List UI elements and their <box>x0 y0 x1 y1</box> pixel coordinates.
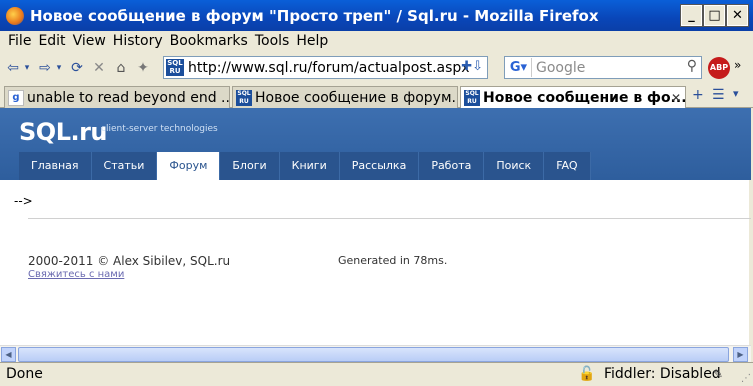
tab-label: unable to read beyond end ... <box>27 89 230 106</box>
menu-bookmarks[interactable]: Bookmarks <box>170 33 248 49</box>
search-bar[interactable]: G▾ Google ⚲ <box>504 56 702 79</box>
toolbar-overflow-icon[interactable]: » <box>734 58 741 72</box>
scroll-right-icon[interactable]: ▶ <box>733 347 748 362</box>
close-button[interactable]: ✕ <box>726 4 749 27</box>
tab-list-dropdown-icon[interactable]: ▾ <box>733 87 739 100</box>
site-nav-home[interactable]: Главная <box>19 152 92 180</box>
tab-list-icon[interactable]: ☰ <box>712 87 725 103</box>
lock-icon[interactable]: 🔓 <box>578 366 595 382</box>
status-addon-icon[interactable]: ✎ <box>713 367 723 381</box>
tab-google[interactable]: g unable to read beyond end ... <box>4 86 230 108</box>
site-nav-search[interactable]: Поиск <box>484 152 545 180</box>
window-controls: _ □ ✕ <box>680 4 749 27</box>
go-arrow-icon[interactable]: ✚⇩ <box>461 59 483 74</box>
copyright-text: 2000-2011 © Alex Sibilev, SQL.ru <box>28 254 231 268</box>
url-text[interactable]: http://www.sql.ru/forum/actualpost.aspx <box>188 60 470 76</box>
home-icon[interactable]: ⌂ <box>112 59 130 77</box>
sqlru-favicon: SQL RU <box>166 59 184 76</box>
tab-sqlru-active[interactable]: SQL RU Новое сообщение в фо... ✕ <box>460 86 686 109</box>
reload-icon[interactable]: ⟳ <box>68 59 86 77</box>
menu-tools[interactable]: Tools <box>255 33 290 49</box>
stop-icon[interactable]: ✕ <box>90 59 108 77</box>
divider <box>28 218 751 219</box>
scroll-left-icon[interactable]: ◀ <box>1 347 16 362</box>
menu-file[interactable]: File <box>8 33 31 49</box>
tab-label: Новое сообщение в фо... <box>483 90 686 106</box>
addon-icon[interactable]: ✦ <box>134 59 152 77</box>
status-text: Done <box>6 366 43 382</box>
navigation-toolbar: ⇦ ▾ ⇨ ▾ ⟳ ✕ ⌂ ✦ SQL RU http://www.sql.ru/… <box>0 54 753 82</box>
firefox-icon <box>6 6 24 25</box>
menu-help[interactable]: Help <box>296 33 328 49</box>
tab-sqlru-1[interactable]: SQL RU Новое сообщение в форум... <box>232 86 458 108</box>
tab-close-icon[interactable]: ✕ <box>671 91 681 105</box>
site-nav-forum[interactable]: Форум <box>157 152 221 180</box>
horizontal-scrollbar[interactable]: ◀ ▶ <box>0 345 751 362</box>
site-nav-jobs[interactable]: Работа <box>419 152 485 180</box>
back-dropdown-icon[interactable]: ▾ <box>22 59 32 77</box>
window-titlebar: Новое сообщение в форум "Просто треп" / … <box>0 0 753 31</box>
window-title: Новое сообщение в форум "Просто треп" / … <box>30 6 599 25</box>
site-nav-faq[interactable]: FAQ <box>544 152 591 180</box>
site-nav-newsletter[interactable]: Рассылка <box>339 152 420 180</box>
site-nav-articles[interactable]: Статьи <box>91 152 158 180</box>
fiddler-status[interactable]: Fiddler: Disabled <box>604 366 721 382</box>
google-engine-icon[interactable]: G▾ <box>506 58 532 77</box>
forward-icon[interactable]: ⇨ <box>36 59 54 77</box>
site-nav-blogs[interactable]: Блоги <box>220 152 280 180</box>
maximize-button[interactable]: □ <box>703 4 726 27</box>
sqlru-favicon: SQL RU <box>464 90 480 106</box>
adblock-icon[interactable]: ABP <box>708 57 730 79</box>
stray-comment-text: --> <box>14 194 33 208</box>
menu-bar: File Edit View History Bookmarks Tools H… <box>0 31 753 51</box>
site-header: SQL.ru client-server technologies Главна… <box>0 108 751 180</box>
site-tagline: client-server technologies <box>101 124 218 134</box>
contact-link[interactable]: Свяжитесь с нами <box>28 269 124 280</box>
new-tab-icon[interactable]: + <box>692 87 704 103</box>
page-viewport: SQL.ru client-server technologies Главна… <box>0 108 751 345</box>
search-input[interactable]: Google <box>536 60 585 76</box>
back-icon[interactable]: ⇦ <box>4 59 22 77</box>
menu-history[interactable]: History <box>113 33 163 49</box>
scroll-thumb[interactable] <box>18 347 729 362</box>
url-bar[interactable]: SQL RU http://www.sql.ru/forum/actualpost… <box>163 56 488 79</box>
generated-time-text: Generated in 78ms. <box>338 254 448 267</box>
tab-strip: g unable to read beyond end ... SQL RU Но… <box>0 84 753 109</box>
resize-grip-icon[interactable]: ⋰ <box>741 373 751 384</box>
status-bar: Done 🔓 Fiddler: Disabled ✎ ⋰ <box>0 362 753 386</box>
search-icon[interactable]: ⚲ <box>687 58 697 74</box>
site-nav-books[interactable]: Книги <box>279 152 340 180</box>
menu-view[interactable]: View <box>73 33 106 49</box>
minimize-button[interactable]: _ <box>680 4 703 27</box>
menu-edit[interactable]: Edit <box>38 33 65 49</box>
forward-dropdown-icon[interactable]: ▾ <box>54 59 64 77</box>
site-nav: Главная Статьи Форум Блоги Книги Рассылк… <box>19 152 591 180</box>
tab-label: Новое сообщение в форум... <box>255 89 458 106</box>
site-logo[interactable]: SQL.ru <box>19 118 108 146</box>
google-favicon: g <box>8 89 24 106</box>
sqlru-favicon: SQL RU <box>236 89 252 106</box>
